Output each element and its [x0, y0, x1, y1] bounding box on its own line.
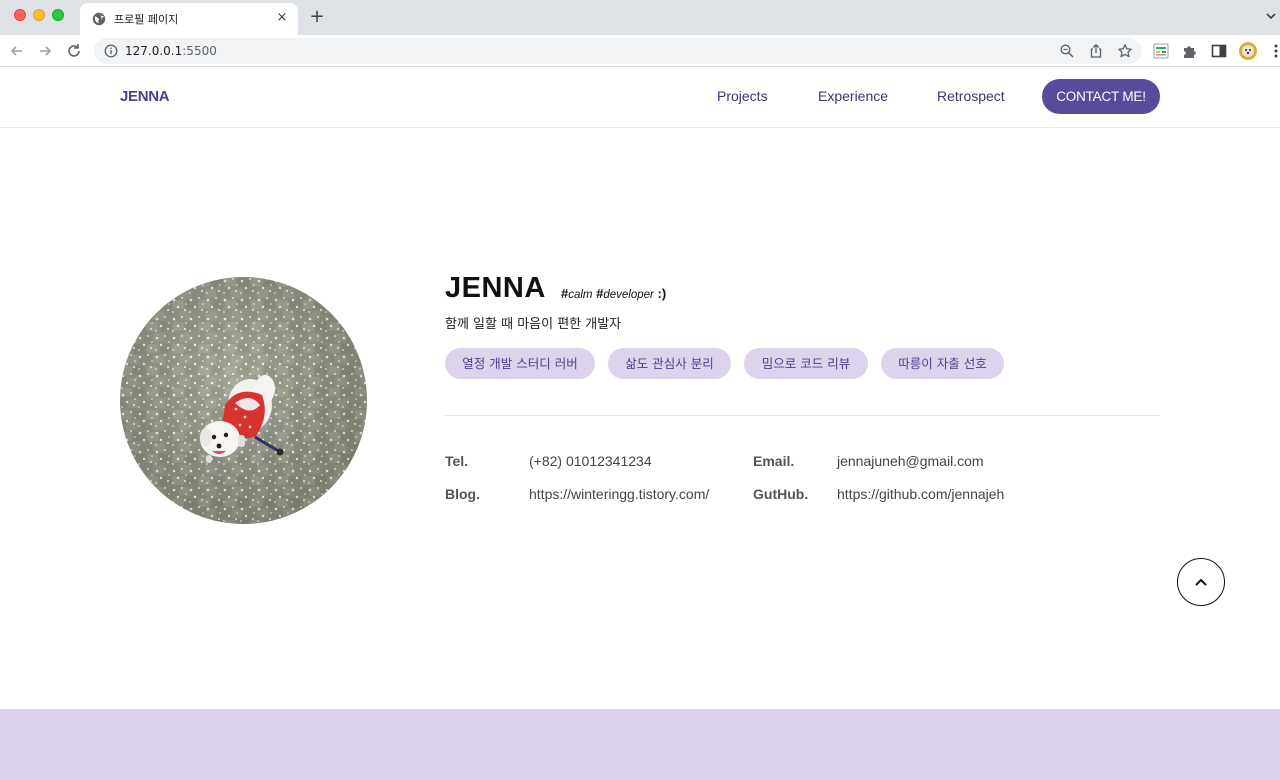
- bookmark-star-icon[interactable]: [1117, 43, 1133, 59]
- hashtag-calm: calm: [568, 289, 593, 301]
- extensions-puzzle-icon[interactable]: [1180, 41, 1200, 61]
- url-port: :5500: [182, 44, 217, 58]
- profile-avatar-icon[interactable]: [1238, 41, 1258, 61]
- tab-close-icon[interactable]: ×: [274, 10, 290, 26]
- tab-title: 프로필 페이지: [114, 13, 179, 26]
- nav-projects[interactable]: Projects: [717, 88, 768, 104]
- profile-photo: [120, 277, 367, 524]
- tel-label: Tel.: [445, 453, 469, 469]
- smile-emoticon: :): [657, 286, 667, 301]
- more-menu-icon[interactable]: [1266, 41, 1280, 61]
- share-icon[interactable]: [1088, 43, 1104, 59]
- new-tab-button[interactable]: +: [308, 7, 326, 27]
- keyword-chip: 밈으로 코드 리뷰: [744, 348, 868, 379]
- browser-tab-strip: 프로필 페이지 × +: [0, 0, 1280, 35]
- nav-experience[interactable]: Experience: [818, 88, 888, 104]
- nav-retrospect[interactable]: Retrospect: [937, 88, 1005, 104]
- contact-me-button[interactable]: CONTACT ME!: [1042, 79, 1160, 114]
- email-label: Email.: [753, 453, 795, 469]
- browser-toolbar: 127.0.0.1:5500: [0, 35, 1280, 67]
- site-header: JENNA Projects Experience Retrospect CON…: [0, 68, 1280, 128]
- url-host: 127.0.0.1: [125, 44, 183, 58]
- sheets-extension-icon[interactable]: [1151, 41, 1171, 61]
- forward-arrow-icon[interactable]: [35, 41, 55, 61]
- close-window-button[interactable]: [14, 9, 26, 21]
- zoom-icon[interactable]: [1059, 43, 1075, 59]
- url-text[interactable]: 127.0.0.1:5500: [125, 44, 217, 58]
- back-arrow-icon[interactable]: [7, 41, 27, 61]
- section-divider: [445, 415, 1160, 416]
- profile-tagline: 함께 일할 때 마음이 편한 개발자: [445, 317, 622, 332]
- tab-search-chevron-icon[interactable]: [1264, 9, 1278, 23]
- github-link[interactable]: https://github.com/jennajeh: [837, 486, 1004, 502]
- github-label: GutHub.: [753, 486, 809, 502]
- email-value[interactable]: jennajuneh@gmail.com: [837, 453, 984, 469]
- profile-hashtags: #calm #developer :): [561, 286, 666, 301]
- scroll-to-top-button[interactable]: [1177, 558, 1225, 606]
- keyword-chip: 삶도 관심사 분리: [608, 348, 731, 379]
- profile-name: JENNA: [445, 272, 546, 304]
- site-logo[interactable]: JENNA: [120, 88, 170, 105]
- blog-label: Blog.: [445, 486, 480, 502]
- browser-tab[interactable]: 프로필 페이지 ×: [80, 3, 298, 35]
- maximize-window-button[interactable]: [52, 9, 64, 21]
- side-panel-icon[interactable]: [1209, 41, 1229, 61]
- keyword-chip: 따릉이 자출 선호: [881, 348, 1004, 379]
- blog-link[interactable]: https://winteringg.tistory.com/: [529, 486, 709, 502]
- reload-icon[interactable]: [64, 41, 84, 61]
- globe-icon: [92, 12, 106, 26]
- keyword-chip: 열정 개발 스터디 러버: [445, 348, 595, 379]
- site-info-icon[interactable]: [104, 44, 118, 58]
- tel-value: (+82) 01012341234: [529, 453, 652, 469]
- chevron-up-icon: [1195, 579, 1207, 586]
- minimize-window-button[interactable]: [33, 9, 45, 21]
- address-bar[interactable]: 127.0.0.1:5500: [94, 38, 1142, 64]
- footer-section: [0, 709, 1280, 780]
- hashtag-developer: developer: [603, 289, 654, 301]
